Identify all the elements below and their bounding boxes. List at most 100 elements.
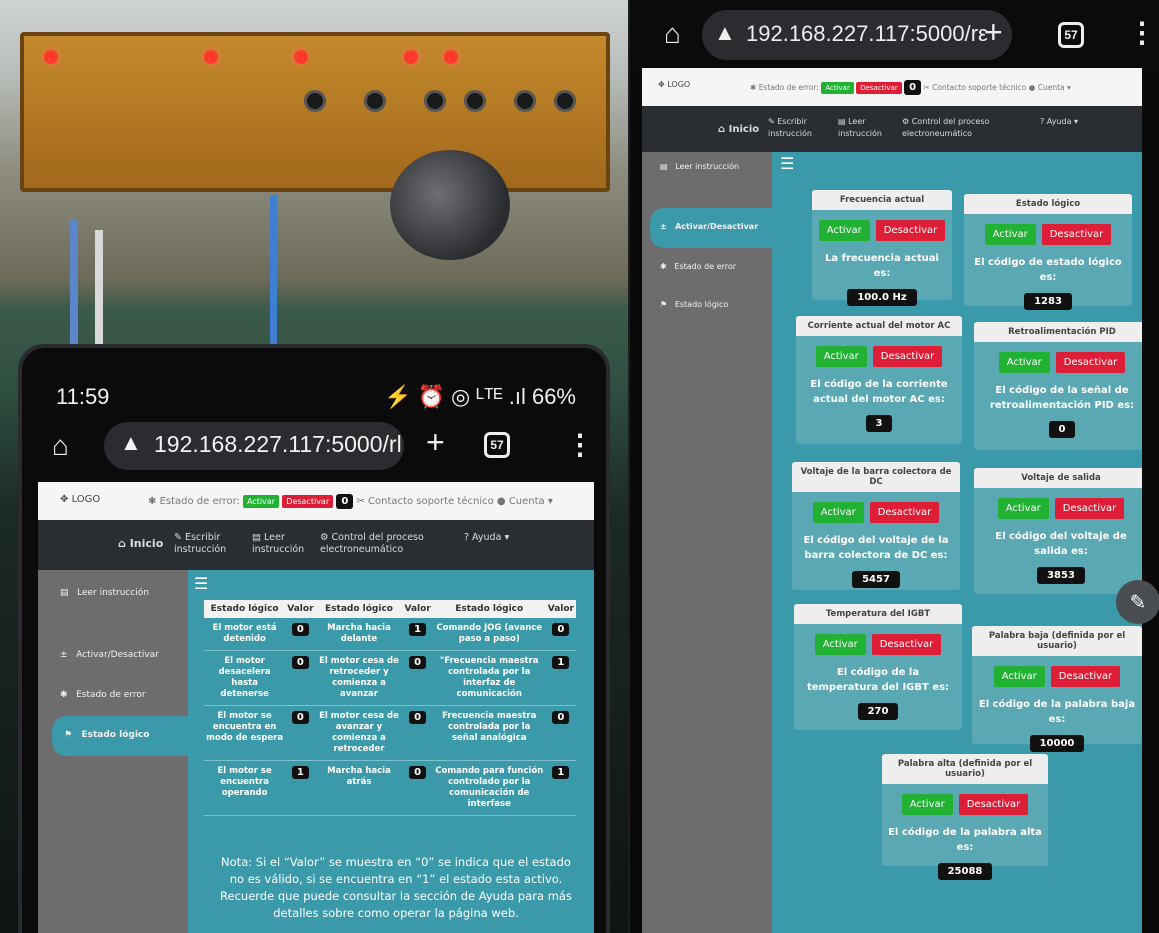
top-navbar: ✥ LOGO ✱ Estado de error: Activar Desact… [38, 482, 594, 520]
sidebar-item-logic[interactable]: ⚑ Estado lógico [660, 300, 728, 309]
knob [554, 90, 576, 112]
activate-button[interactable]: Activar [993, 666, 1045, 687]
deactivate-button[interactable]: Desactivar [869, 502, 940, 523]
support-link[interactable]: Contacto soporte técnico [368, 496, 494, 507]
home-icon[interactable]: ⌂ [664, 18, 681, 50]
menu-icon[interactable]: ⋮ [1128, 16, 1156, 49]
error-count-badge: 0 [336, 494, 354, 509]
tools-icon: ✂ [923, 83, 930, 92]
table-row: El motor se encuentra operando 1 Marcha … [204, 760, 576, 816]
deactivate-button[interactable]: Desactivar [872, 346, 943, 367]
nav-help-label: ? Ayuda [464, 532, 502, 543]
logo[interactable]: ✥ LOGO [658, 80, 690, 89]
value-badge: 0 [291, 656, 309, 669]
sidebar-item-error[interactable]: ✱ Estado de error [60, 690, 146, 700]
table-row: El motor se encuentra en modo de espera … [204, 705, 576, 761]
main-navbar: ⌂ Inicio ✎ Escribir instrucción ▤ Leer i… [38, 520, 594, 570]
error-label: Estado de error: [758, 83, 819, 92]
menu-icon[interactable]: ⋮ [566, 428, 594, 461]
value-cell: 0 [402, 650, 433, 706]
url-text[interactable]: 192.168.227.117:5000/rε [746, 21, 988, 47]
logo[interactable]: ✥ LOGO [60, 494, 100, 505]
nav-read[interactable]: ▤ Leer instrucción [838, 116, 888, 140]
activate-button[interactable]: Activar [984, 224, 1036, 245]
sidebar-item-label: Estado de error [76, 690, 146, 700]
sidebar-item-error[interactable]: ✱ Estado de error [660, 262, 736, 271]
nav-help[interactable]: ? Ayuda ▾ [464, 532, 509, 544]
browser-toolbar: ⌂ ▲ 192.168.227.117:5000/rl + 57 ⋮ [42, 418, 594, 474]
knob [464, 90, 486, 112]
deactivate-button[interactable]: Desactivar [856, 82, 902, 94]
value-cell: 0 [402, 760, 433, 816]
table-cell: Comando JOG (avance paso a paso) [432, 618, 546, 651]
nav-home[interactable]: ⌂ Inicio [718, 124, 759, 136]
table-cell: El motor cesa de avanzar y comienza a re… [315, 705, 403, 761]
deactivate-button[interactable]: Desactivar [958, 794, 1029, 815]
sidebar-item-read[interactable]: ▤ Leer instrucción [660, 162, 739, 171]
card-value: 3853 [1037, 567, 1085, 584]
table-header: Valor [545, 600, 576, 618]
nav-home[interactable]: ⌂ Inicio [118, 538, 163, 550]
table-cell: "Frecuencia maestra controlada por la in… [432, 650, 546, 706]
card-title: Frecuencia actual [812, 190, 952, 210]
sidebar-item-activate[interactable]: ± Activar/Desactivar [60, 650, 159, 660]
cable [270, 195, 277, 355]
new-tab-icon[interactable]: + [426, 424, 445, 461]
sidebar-item-label: Leer instrucción [675, 162, 740, 171]
account-menu[interactable]: Cuenta [1038, 83, 1065, 92]
url-text[interactable]: 192.168.227.117:5000/rl [154, 431, 402, 458]
clock: 11:59 [56, 384, 110, 409]
sidebar-item-read[interactable]: ▤ Leer instrucción [60, 588, 149, 598]
deactivate-button[interactable]: Desactivar [1054, 498, 1125, 519]
value-badge: 0 [409, 711, 427, 724]
deactivate-button[interactable]: Desactivar [282, 495, 334, 508]
activate-button[interactable]: Activar [818, 220, 870, 241]
nav-control[interactable]: ⚙ Control del proceso electroneumático [320, 532, 430, 556]
card-frequency: Frecuencia actual Activar Desactivar La f… [812, 190, 952, 306]
new-tab-icon[interactable]: + [984, 14, 1003, 51]
knob [304, 90, 326, 112]
value-badge: 0 [291, 711, 309, 724]
nav-help[interactable]: ? Ayuda ▾ [1040, 116, 1078, 128]
value-badge: 1 [291, 766, 309, 779]
table-cell: Frecuencia maestra controlada por la señ… [432, 705, 546, 761]
activate-button[interactable]: Activar [815, 346, 867, 367]
value-badge: 0 [552, 711, 570, 724]
sidebar-item-logic[interactable]: ⚑ Estado lógico [64, 730, 149, 740]
value-badge: 0 [291, 623, 309, 636]
activate-button[interactable]: Activar [812, 502, 864, 523]
table-row: El motor desacelera hasta detenerse 0 El… [204, 650, 576, 706]
account-menu[interactable]: Cuenta [509, 496, 545, 507]
sidebar-item-activate[interactable]: ± Activar/Desactivar [660, 222, 758, 231]
home-icon[interactable]: ⌂ [52, 430, 69, 462]
hamburger-icon[interactable]: ☰ [780, 154, 794, 173]
nav-write[interactable]: ✎ Escribir instrucción [768, 116, 824, 140]
nav-read[interactable]: ▤ Leer instrucción [252, 532, 308, 556]
activate-button[interactable]: Activar [997, 498, 1049, 519]
status-bar: 11:59 ⚡ ⏰ ◎ ᴸᵀᴱ .ıl 66% [52, 384, 576, 414]
card-text: El código del voltaje de la barra colect… [803, 535, 949, 561]
knob [364, 90, 386, 112]
support-link[interactable]: Contacto soporte técnico [932, 83, 1026, 92]
nav-write[interactable]: ✎ Escribir instrucción [174, 532, 234, 556]
sidebar-item-label: Activar/Desactivar [675, 222, 759, 231]
activate-button[interactable]: Activar [901, 794, 953, 815]
nav-control-label: Control del proceso electroneumático [320, 532, 424, 555]
hamburger-icon[interactable]: ☰ [194, 574, 208, 593]
tab-count-button[interactable]: 57 [484, 432, 510, 458]
card-value: 1283 [1024, 293, 1072, 310]
edit-pencil-icon[interactable]: ✎ [1116, 580, 1159, 624]
value-badge: 1 [552, 766, 570, 779]
deactivate-button[interactable]: Desactivar [1041, 224, 1112, 245]
activate-button[interactable]: Activar [821, 82, 854, 94]
deactivate-button[interactable]: Desactivar [875, 220, 946, 241]
card-title: Palabra baja (definida por el usuario) [972, 626, 1142, 656]
nav-control[interactable]: ⚙ Control del proceso electroneumático [902, 116, 1006, 140]
deactivate-button[interactable]: Desactivar [1050, 666, 1121, 687]
tab-count-button[interactable]: 57 [1058, 22, 1084, 48]
activate-button[interactable]: Activar [998, 352, 1050, 373]
deactivate-button[interactable]: Desactivar [1055, 352, 1126, 373]
activate-button[interactable]: Activar [814, 634, 866, 655]
deactivate-button[interactable]: Desactivar [871, 634, 942, 655]
activate-button[interactable]: Activar [243, 495, 280, 508]
